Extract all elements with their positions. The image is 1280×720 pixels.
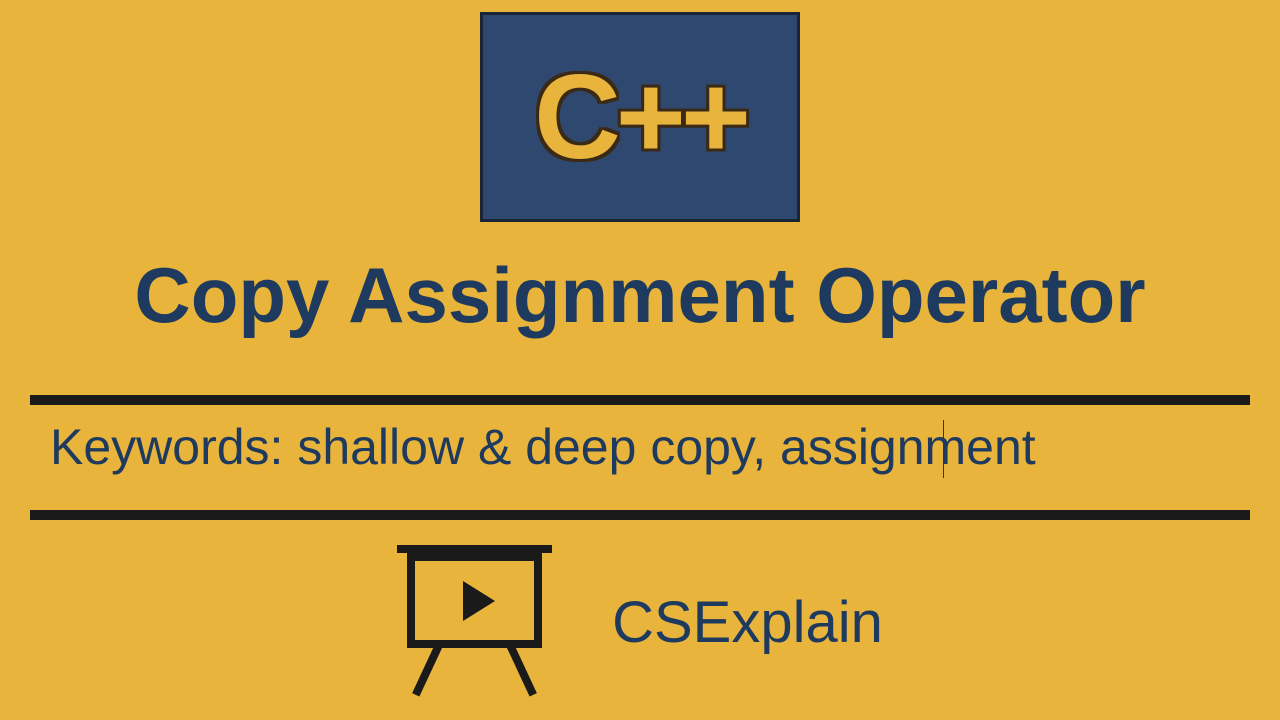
main-title: Copy Assignment Operator: [0, 250, 1280, 341]
leg-right: [506, 643, 536, 696]
divider-top: [30, 395, 1250, 405]
cpp-logo-text: C++: [534, 48, 746, 186]
leg-left: [412, 643, 442, 696]
play-icon: [463, 581, 495, 621]
board-screen: [407, 553, 542, 648]
divider-bottom: [30, 510, 1250, 520]
keywords-text: Keywords: shallow & deep copy, assignmen…: [50, 418, 1230, 476]
presentation-board-icon: [397, 545, 552, 700]
cpp-logo-box: C++: [480, 12, 800, 222]
text-cursor: [943, 420, 944, 478]
channel-name: CSExplain: [612, 589, 883, 656]
footer-row: CSExplain: [0, 545, 1280, 700]
board-top-bar: [397, 545, 552, 553]
board-legs: [407, 648, 542, 698]
